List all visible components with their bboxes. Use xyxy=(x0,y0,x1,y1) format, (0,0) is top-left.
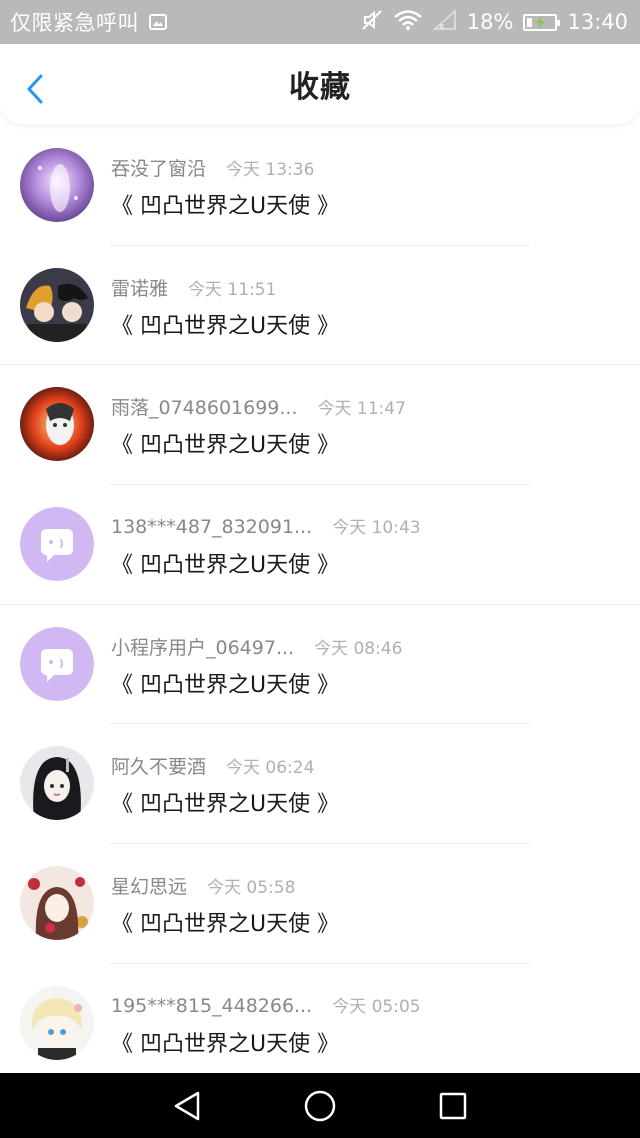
list-item[interactable]: 138***487_832091... 今天 10:43 《 凹凸世界之U天使 … xyxy=(0,485,640,605)
meta-line: 138***487_832091... 今天 10:43 xyxy=(111,513,421,538)
status-bar: 仅限紧急呼叫 x 18% 13:40 xyxy=(0,0,640,44)
list-item[interactable]: 阿久不要酒 今天 06:24 《 凹凸世界之U天使 》 xyxy=(0,724,640,845)
avatar[interactable] xyxy=(20,148,94,222)
nav-recents-button[interactable] xyxy=(431,1084,475,1128)
username[interactable]: 雷诺雅 xyxy=(111,274,168,301)
square-recents-icon xyxy=(440,1092,467,1119)
list-item[interactable]: 雷诺雅 今天 11:51 《 凹凸世界之U天使 》 xyxy=(0,246,640,366)
meta-line: 吞没了窗沿 今天 13:36 xyxy=(111,154,314,181)
work-title[interactable]: 《 凹凸世界之U天使 》 xyxy=(111,427,339,459)
default-chat-avatar-icon xyxy=(20,626,94,701)
timestamp: 今天 05:05 xyxy=(332,996,421,1017)
timestamp: 今天 10:43 xyxy=(332,518,421,539)
work-title[interactable]: 《 凹凸世界之U天使 》 xyxy=(111,667,339,699)
work-title[interactable]: 《 凹凸世界之U天使 》 xyxy=(111,547,339,579)
username[interactable]: 雨落_0748601699... xyxy=(111,393,298,420)
list-item[interactable]: 吞没了窗沿 今天 13:36 《 凹凸世界之U天使 》 xyxy=(0,126,640,246)
username[interactable]: 阿久不要酒 xyxy=(111,752,206,779)
nav-home-button[interactable] xyxy=(298,1084,342,1128)
battery-percent: 18% xyxy=(466,10,514,34)
carrier-text: 仅限紧急呼叫 xyxy=(10,11,139,35)
timestamp: 今天 05:58 xyxy=(207,878,296,899)
image-notification-icon xyxy=(149,14,167,30)
work-title[interactable]: 《 凹凸世界之U天使 》 xyxy=(111,308,339,340)
avatar[interactable] xyxy=(20,866,94,941)
username[interactable]: 小程序用户_06497... xyxy=(111,633,294,660)
status-left: 仅限紧急呼叫 xyxy=(10,7,167,37)
timestamp: 今天 11:51 xyxy=(188,279,277,300)
circle-home-icon xyxy=(304,1090,336,1121)
work-title[interactable]: 《 凹凸世界之U天使 》 xyxy=(111,786,339,818)
username[interactable]: 吞没了窗沿 xyxy=(111,154,206,181)
avatar[interactable] xyxy=(20,387,94,462)
work-title[interactable]: 《 凹凸世界之U天使 》 xyxy=(111,1026,339,1058)
avatar[interactable] xyxy=(20,985,94,1060)
meta-line: 星幻思远 今天 05:58 xyxy=(111,872,295,899)
default-chat-avatar-icon xyxy=(20,507,94,582)
list-item[interactable]: 星幻思远 今天 05:58 《 凹凸世界之U天使 》 xyxy=(0,844,640,964)
list-item[interactable]: 雨落_0748601699... 今天 11:47 《 凹凸世界之U天使 》 xyxy=(0,365,640,486)
meta-line: 雨落_0748601699... 今天 11:47 xyxy=(111,393,406,420)
svg-text:x: x xyxy=(439,22,445,31)
battery-icon xyxy=(523,13,561,31)
meta-line: 小程序用户_06497... 今天 08:46 xyxy=(111,633,402,660)
meta-line: 雷诺雅 今天 11:51 xyxy=(111,274,276,301)
timestamp: 今天 13:36 xyxy=(226,160,315,180)
list-item[interactable]: 小程序用户_06497... 今天 08:46 《 凹凸世界之U天使 》 xyxy=(0,605,640,725)
wifi-icon xyxy=(393,9,423,36)
battery-level xyxy=(527,17,533,27)
meta-line: 阿久不要酒 今天 06:24 xyxy=(111,752,314,779)
timestamp: 今天 06:24 xyxy=(226,758,315,779)
signal-icon: x xyxy=(432,8,457,36)
meta-line: 195***815_448266... 今天 05:05 xyxy=(111,992,421,1017)
mute-icon xyxy=(361,9,383,36)
username[interactable]: 138***487_832091... xyxy=(111,516,312,538)
app-header: 收藏 xyxy=(0,44,640,124)
work-title[interactable]: 《 凹凸世界之U天使 》 xyxy=(111,906,339,938)
timestamp: 今天 08:46 xyxy=(314,638,403,659)
list-item[interactable]: 195***815_448266... 今天 05:05 《 凹凸世界之U天使 … xyxy=(0,964,640,1084)
avatar[interactable] xyxy=(20,626,94,701)
page-title: 收藏 xyxy=(289,70,351,105)
timestamp: 今天 11:47 xyxy=(317,399,406,420)
avatar[interactable] xyxy=(20,746,94,821)
navigation-bar xyxy=(0,1073,640,1138)
username[interactable]: 星幻思远 xyxy=(111,872,187,899)
username[interactable]: 195***815_448266... xyxy=(111,995,312,1017)
triangle-back-icon xyxy=(174,1091,199,1120)
favorites-list: 吞没了窗沿 今天 13:36 《 凹凸世界之U天使 》 雷诺雅 今天 11:51… xyxy=(0,126,640,1084)
avatar[interactable] xyxy=(20,507,94,582)
work-title[interactable]: 《 凹凸世界之U天使 》 xyxy=(111,188,339,220)
status-right: x 18% 13:40 xyxy=(361,8,628,36)
nav-back-button[interactable] xyxy=(165,1084,209,1128)
avatar[interactable] xyxy=(20,267,94,342)
back-button[interactable] xyxy=(20,72,50,106)
clock-time: 13:40 xyxy=(567,10,628,34)
chevron-left-icon xyxy=(27,74,43,104)
